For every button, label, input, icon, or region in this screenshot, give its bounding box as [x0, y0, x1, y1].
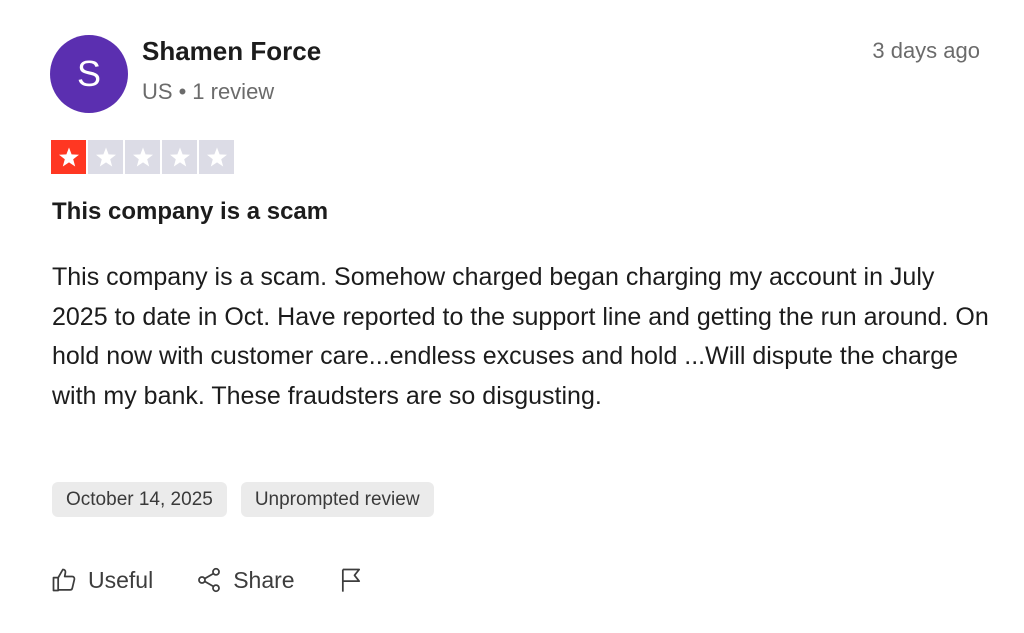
flag-button[interactable]: [337, 566, 365, 594]
star-icon: [58, 147, 79, 167]
review-date-ago: 3 days ago: [872, 38, 980, 63]
star-icon: [95, 147, 116, 167]
reviewer-country: US: [142, 79, 173, 104]
review-date-tag: October 14, 2025: [52, 482, 227, 517]
star-rating: [51, 140, 234, 174]
star-2: [88, 140, 123, 174]
share-icon: [198, 567, 221, 593]
star-icon: [132, 147, 153, 167]
star-4: [162, 140, 197, 174]
reviewer-meta: US • 1 review: [142, 79, 274, 105]
share-button[interactable]: Share: [195, 566, 295, 594]
review-title: This company is a scam: [52, 198, 329, 225]
review-tags: October 14, 2025 Unprompted review: [52, 482, 434, 517]
avatar-initial: S: [76, 53, 101, 94]
meta-separator: •: [178, 79, 187, 104]
review-actions: Useful Share: [50, 566, 365, 594]
useful-label: Useful: [88, 566, 154, 593]
star-icon: [169, 147, 190, 167]
unprompted-review-tag[interactable]: Unprompted review: [240, 482, 434, 517]
share-label: Share: [233, 566, 295, 593]
star-1: [51, 140, 86, 174]
reviewer-name[interactable]: Shamen Force: [142, 36, 321, 67]
star-5: [199, 140, 234, 174]
review-body: This company is a scam. Somehow charged …: [52, 263, 989, 410]
star-icon: [206, 147, 227, 167]
avatar[interactable]: S: [50, 35, 128, 113]
thumbs-up-icon: [52, 568, 76, 592]
useful-button[interactable]: Useful: [50, 566, 153, 594]
flag-icon: [341, 568, 360, 592]
star-3: [125, 140, 160, 174]
reviewer-review-count: 1 review: [192, 79, 275, 104]
